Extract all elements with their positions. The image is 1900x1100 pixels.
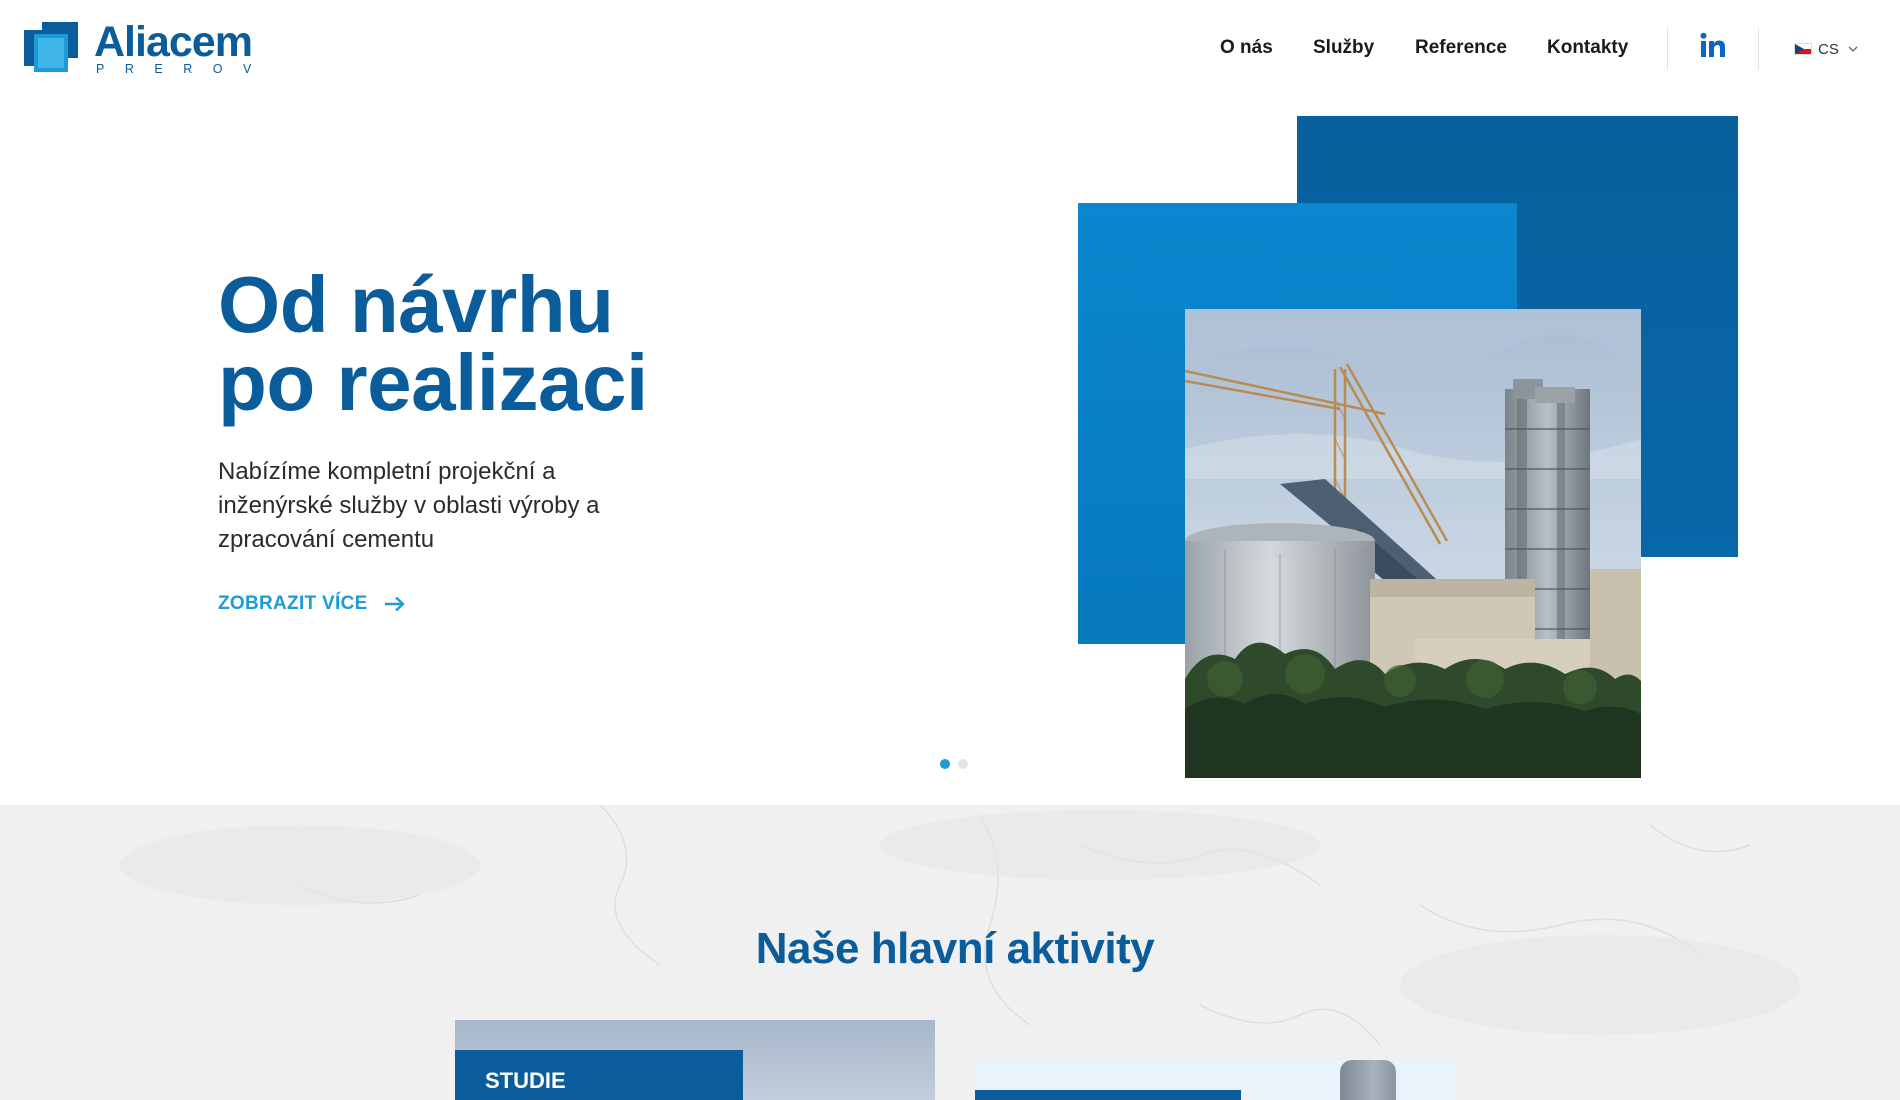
hero-title-line: po realizaci bbox=[218, 338, 648, 427]
logo[interactable]: Aliacem PREROV bbox=[24, 18, 264, 78]
logo-name: Aliacem bbox=[94, 18, 253, 66]
nav-divider bbox=[1667, 28, 1668, 70]
logo-subtitle: PREROV bbox=[96, 62, 272, 76]
nav-item-sluzby[interactable]: Služby bbox=[1313, 37, 1374, 59]
hero-section: Od návrhu po realizaci Nabízíme kompletn… bbox=[0, 100, 1900, 805]
arrow-right-icon bbox=[384, 596, 405, 612]
nav-item-kontakty[interactable]: Kontakty bbox=[1547, 37, 1628, 59]
section-title: Naše hlavní aktivity bbox=[755, 924, 1155, 973]
nav-item-reference[interactable]: Reference bbox=[1415, 37, 1507, 59]
slider-dots bbox=[940, 759, 968, 769]
language-selector[interactable]: CS bbox=[1794, 38, 1859, 60]
activity-card-label bbox=[975, 1090, 1241, 1100]
slider-dot-1[interactable] bbox=[940, 759, 950, 769]
chevron-down-icon bbox=[1848, 46, 1858, 52]
activity-card-label: STUDIE bbox=[455, 1050, 743, 1100]
nav-divider bbox=[1758, 28, 1759, 70]
hero-title-line: Od návrhu bbox=[218, 260, 614, 349]
show-more-label: ZOBRAZIT VÍCE bbox=[218, 593, 368, 614]
nav-item-o-nas[interactable]: O nás bbox=[1220, 37, 1273, 59]
activity-card-image bbox=[1340, 1060, 1396, 1100]
activity-card-studie[interactable]: STUDIE bbox=[455, 1020, 935, 1100]
language-code: CS bbox=[1818, 40, 1839, 58]
site-header: Aliacem PREROV O nás Služby Reference Ko… bbox=[0, 0, 1900, 100]
linkedin-icon[interactable] bbox=[1698, 31, 1728, 61]
slider-dot-2[interactable] bbox=[958, 759, 968, 769]
activities-section: Naše hlavní aktivity STUDIE bbox=[0, 805, 1900, 1100]
czech-flag-icon bbox=[1794, 43, 1812, 55]
show-more-link[interactable]: ZOBRAZIT VÍCE bbox=[218, 593, 406, 615]
hero-description: Nabízíme kompletní projekční a inženýrsk… bbox=[218, 458, 600, 553]
activity-card[interactable] bbox=[975, 1060, 1455, 1100]
cement-plant-photo bbox=[1185, 309, 1641, 778]
hero-title: Od návrhu po realizaci bbox=[218, 260, 818, 427]
logo-mark-icon bbox=[24, 22, 78, 72]
